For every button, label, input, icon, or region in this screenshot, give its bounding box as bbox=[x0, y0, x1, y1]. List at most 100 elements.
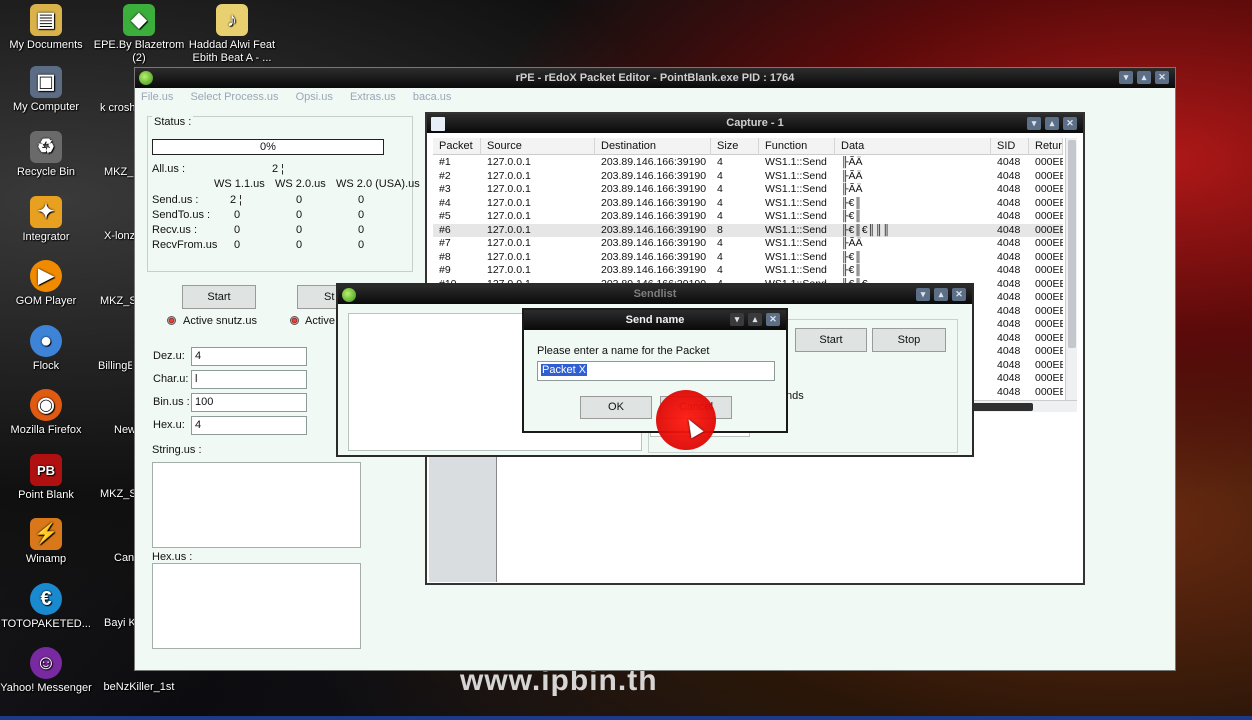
close-icon[interactable]: ✕ bbox=[952, 288, 966, 301]
desktop-icon-totopaketed[interactable]: € TOTOPAKETED... bbox=[0, 583, 92, 631]
col-packet[interactable]: Packet bbox=[433, 138, 481, 155]
maximize-icon[interactable]: ▴ bbox=[1137, 71, 1151, 84]
packet-table-header: Packet Source Destination Size Function … bbox=[433, 138, 1063, 155]
desktop-icon-partial[interactable]: BillingEi DeskP bbox=[98, 360, 132, 373]
sendlist-start-button[interactable]: Start bbox=[795, 328, 867, 352]
desktop-icon-firefox[interactable]: ◉ Mozilla Firefox bbox=[0, 389, 92, 437]
sendlist-partial-label: nds bbox=[786, 390, 804, 402]
cell-function: WS1.1::Send bbox=[765, 169, 827, 182]
cell-return: 000EE bbox=[1035, 183, 1063, 195]
table-row[interactable]: #2 127.0.0.1 203.89.146.166:39190 4 WS1.1::S… bbox=[433, 170, 1063, 184]
cell-sid: 4048 bbox=[997, 156, 1021, 168]
dez-field[interactable]: 4 bbox=[191, 347, 307, 366]
start-button[interactable]: Start bbox=[182, 285, 256, 309]
hex-textarea[interactable] bbox=[152, 563, 361, 649]
integrator-icon: ✦ bbox=[30, 196, 62, 228]
recycle-bin-icon: ♻ bbox=[30, 131, 62, 163]
cell-return: 000EE bbox=[1035, 372, 1063, 384]
col-data[interactable]: Data bbox=[835, 138, 991, 155]
desktop-icon-integrator[interactable]: ✦ Integrator bbox=[0, 196, 92, 244]
table-row[interactable]: #4 127.0.0.1 203.89.146.166:39190 4 WS1.1::S… bbox=[433, 197, 1063, 211]
sendlist-stop-button[interactable]: Stop bbox=[872, 328, 946, 352]
stop-button[interactable]: St bbox=[297, 285, 337, 309]
sendlist-titlebar[interactable]: Sendlist ▾ ▴ ✕ bbox=[338, 285, 972, 304]
close-icon[interactable]: ✕ bbox=[1155, 71, 1169, 84]
maximize-icon[interactable]: ▴ bbox=[748, 313, 762, 326]
col-sid[interactable]: SID bbox=[991, 138, 1029, 155]
sendto-label: SendTo.us : bbox=[152, 209, 211, 221]
capture-titlebar[interactable]: Capture - 1 ▾ ▴ ✕ bbox=[427, 114, 1083, 133]
desktop-icon-flock[interactable]: ● Flock bbox=[0, 325, 92, 373]
table-row[interactable]: #7 127.0.0.1 203.89.146.166:39190 4 WS1.1::S… bbox=[433, 237, 1063, 251]
menu-select-process[interactable]: Select Process.us bbox=[190, 91, 278, 103]
desktop-icon-gom-player[interactable]: ▶ GOM Player bbox=[0, 260, 92, 308]
taskbar[interactable] bbox=[0, 716, 1252, 720]
menu-opsi[interactable]: Opsi.us bbox=[296, 91, 333, 103]
col-source[interactable]: Source bbox=[481, 138, 595, 155]
progress-text: 0% bbox=[260, 141, 276, 153]
cell-return: 000EE bbox=[1035, 318, 1063, 330]
cell-destination: 203.89.146.166:39190 bbox=[601, 210, 707, 222]
dialog-title: Send name bbox=[625, 314, 685, 326]
recvfrom-ws11: 0 bbox=[234, 239, 241, 251]
table-row[interactable]: #5 127.0.0.1 203.89.146.166:39190 4 WS1.1::S… bbox=[433, 210, 1063, 224]
col-destination[interactable]: Destination bbox=[595, 138, 711, 155]
desktop-icon-my-documents[interactable]: ▤ My Documents bbox=[0, 4, 92, 52]
active-radio[interactable]: . bbox=[290, 316, 299, 325]
minimize-icon[interactable]: ▾ bbox=[730, 313, 744, 326]
cell-return: 000EE bbox=[1035, 345, 1063, 357]
cell-size: 4 bbox=[717, 169, 723, 182]
desktop-icon-my-computer[interactable]: ▣ My Computer bbox=[0, 66, 92, 114]
packet-name-input[interactable]: Packet X bbox=[537, 361, 775, 381]
maximize-icon[interactable]: ▴ bbox=[934, 288, 948, 301]
desktop-icon-yahoo-messenger[interactable]: ☺ Yahoo! Messenger bbox=[0, 647, 92, 695]
col-function[interactable]: Function bbox=[759, 138, 835, 155]
minimize-icon[interactable]: ▾ bbox=[1119, 71, 1133, 84]
main-titlebar[interactable]: rPE - rEdoX Packet Editor - PointBlank.e… bbox=[135, 68, 1175, 88]
col-return[interactable]: Return bbox=[1029, 138, 1063, 155]
cell-function: WS1.1::Send bbox=[765, 264, 827, 276]
close-icon[interactable]: ✕ bbox=[766, 313, 780, 326]
dialog-titlebar[interactable]: Send name ▾ ▴ ✕ bbox=[524, 310, 786, 330]
vertical-scrollbar[interactable] bbox=[1065, 138, 1077, 400]
hex-area-label: Hex.us : bbox=[152, 551, 193, 563]
ok-button[interactable]: OK bbox=[580, 396, 652, 419]
cell-destination: 203.89.146.166:39190 bbox=[601, 264, 707, 276]
desktop-icon-benzkiller[interactable]: beNzKiller_1st bbox=[93, 681, 185, 694]
hex-field[interactable]: 4 bbox=[191, 416, 307, 435]
desktop-icon-partial[interactable]: X-lonz bbox=[104, 230, 138, 243]
cell-return: 000EE bbox=[1035, 196, 1063, 209]
cell-function: WS1.1::Send bbox=[765, 250, 827, 263]
table-row[interactable]: #1 127.0.0.1 203.89.146.166:39190 4 WS1.1::S… bbox=[433, 156, 1063, 170]
maximize-icon[interactable]: ▴ bbox=[1045, 117, 1059, 130]
table-row[interactable]: #6 127.0.0.1 203.89.146.166:39190 8 WS1.1::S… bbox=[433, 223, 1063, 237]
scroll-thumb[interactable] bbox=[1068, 140, 1076, 348]
firefox-icon: ◉ bbox=[30, 389, 62, 421]
desktop-icon-partial[interactable]: k crosha bbox=[100, 102, 134, 115]
cell-function: WS1.1::Send bbox=[765, 223, 827, 236]
table-row[interactable]: #9 127.0.0.1 203.89.146.166:39190 4 WS1.1::S… bbox=[433, 264, 1063, 278]
menu-extras[interactable]: Extras.us bbox=[350, 91, 396, 103]
minimize-icon[interactable]: ▾ bbox=[916, 288, 930, 301]
table-row[interactable]: #3 127.0.0.1 203.89.146.166:39190 4 WS1.1::S… bbox=[433, 183, 1063, 197]
desktop-icon-point-blank[interactable]: PB Point Blank bbox=[0, 454, 92, 502]
char-field[interactable]: l bbox=[191, 370, 307, 389]
table-row[interactable]: #8 127.0.0.1 203.89.146.166:39190 4 WS1.1::S… bbox=[433, 251, 1063, 265]
string-textarea[interactable] bbox=[152, 462, 361, 548]
active-snutz-radio[interactable]: . bbox=[167, 316, 176, 325]
desktop-icon-partial[interactable]: Bayi K bbox=[104, 617, 138, 630]
desktop-icon-partial[interactable]: MKZ_S bbox=[100, 295, 134, 308]
char-label: Char.u: bbox=[153, 373, 189, 385]
bin-field[interactable]: 100 bbox=[191, 393, 307, 412]
desktop-icon-recycle-bin[interactable]: ♻ Recycle Bin bbox=[0, 131, 92, 179]
minimize-icon[interactable]: ▾ bbox=[1027, 117, 1041, 130]
desktop-icon-partial[interactable]: MKZ_ bbox=[104, 166, 138, 179]
menu-baca[interactable]: baca.us bbox=[413, 91, 452, 103]
desktop-icon-winamp[interactable]: ⚡ Winamp bbox=[0, 518, 92, 566]
col-size[interactable]: Size bbox=[711, 138, 759, 155]
desktop-icon-epe[interactable]: ◆ EPE.By Blazetrom (2) bbox=[93, 4, 185, 65]
menu-file[interactable]: File.us bbox=[141, 91, 173, 103]
close-icon[interactable]: ✕ bbox=[1063, 117, 1077, 130]
desktop-icon-haddad[interactable]: ♪ Haddad Alwi Feat Ebith Beat A - ... bbox=[186, 4, 278, 65]
desktop-icon-partial[interactable]: MKZ_S bbox=[100, 488, 134, 501]
